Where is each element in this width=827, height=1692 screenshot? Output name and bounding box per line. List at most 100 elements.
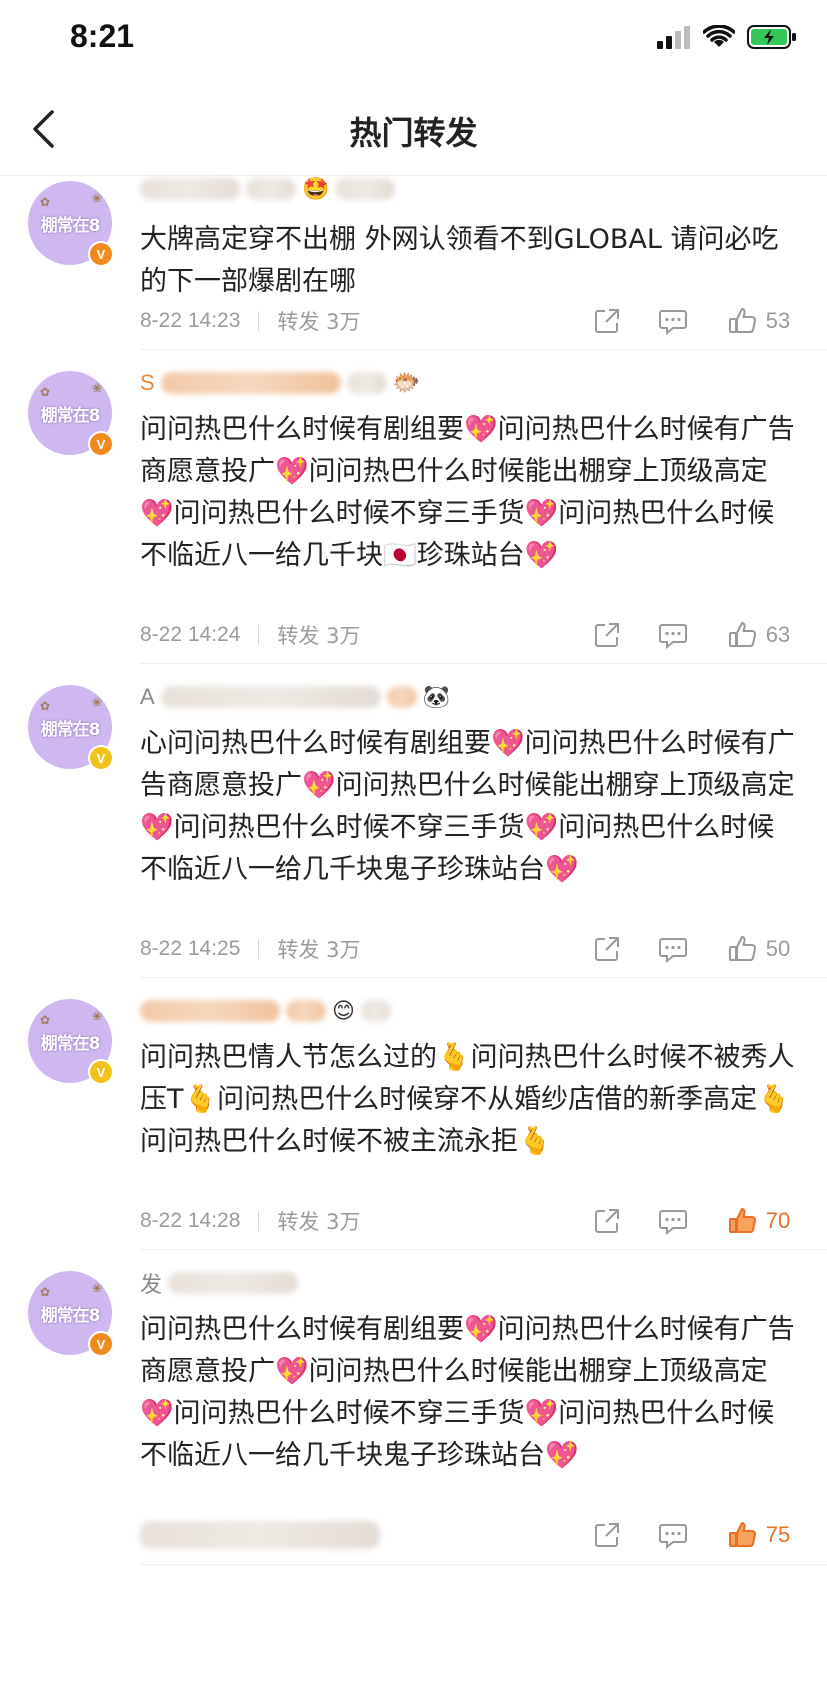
blurred-name xyxy=(386,686,417,708)
nav-bar: 热门转发 xyxy=(0,86,827,176)
username[interactable]: 🤩 xyxy=(140,173,396,205)
divider xyxy=(140,1249,827,1250)
timestamp: 8-22 14:23 xyxy=(140,309,241,332)
avatar-text: 棚常在8 xyxy=(40,1033,101,1054)
list-item: ✿ ❀ 棚常在8 V 🤩 大牌高定穿不出棚 外网认领看不到GLOBAL 请问必吃… xyxy=(0,177,827,350)
like-button[interactable]: 50 xyxy=(719,934,799,964)
action-bar: 53 xyxy=(587,306,799,336)
avatar-text: 棚常在8 xyxy=(40,215,101,236)
username[interactable]: 😊 xyxy=(140,995,391,1027)
repost-text: 问问热巴什么时候有剧组要💖问问热巴什么时候有广告商愿意投广💖问问热巴什么时候能出… xyxy=(140,1314,795,1471)
meta-row: 8-22 14:24 转发 3万 63 xyxy=(140,619,799,651)
repost-text: 心问问热巴什么时候有剧组要💖问问热巴什么时候有广告商愿意投广💖问问热巴什么时候能… xyxy=(140,728,795,885)
flower-icon: ✿ xyxy=(40,195,51,209)
action-bar: 70 xyxy=(587,1206,799,1236)
thumbs-up-icon xyxy=(728,1522,756,1547)
avatar[interactable]: ✿ ❀ 棚常在8 V xyxy=(28,371,114,457)
flower-icon: ✿ xyxy=(40,699,51,713)
repost-text: 问问热巴情人节怎么过的🫰问问热巴什么时候不被秀人压T🫰问问热巴什么时候穿不从婚纱… xyxy=(140,1042,795,1157)
timestamp: 8-22 14:24 xyxy=(140,623,241,646)
divider xyxy=(258,311,260,331)
username[interactable]: A 🐼 xyxy=(140,681,450,713)
username[interactable]: S 🐡 xyxy=(140,367,420,399)
thumbs-up-icon xyxy=(728,308,756,333)
divider xyxy=(140,977,827,978)
timestamp: 8-22 14:25 xyxy=(140,937,241,960)
share-icon[interactable] xyxy=(587,621,627,649)
repost-count: 转发 3万 xyxy=(277,310,361,334)
share-icon[interactable] xyxy=(587,307,627,335)
divider xyxy=(258,1211,260,1231)
like-count: 63 xyxy=(765,622,791,647)
divider xyxy=(258,625,260,645)
blurred-name xyxy=(335,178,396,200)
blurred-meta xyxy=(140,1521,380,1549)
like-button[interactable]: 53 xyxy=(719,306,799,336)
like-count: 75 xyxy=(765,1522,791,1547)
username-initial: 发 xyxy=(140,1272,163,1297)
blurred-name xyxy=(346,372,387,394)
meta-row: 8-22 14:23 转发 3万 53 xyxy=(140,305,799,337)
thumbs-up-icon xyxy=(728,1208,756,1233)
flower-icon: ✿ xyxy=(40,1285,51,1299)
verified-badge-icon: V xyxy=(88,1331,114,1357)
battery-icon xyxy=(747,24,797,54)
share-icon[interactable] xyxy=(587,1207,627,1235)
verified-badge-icon: V xyxy=(88,241,114,267)
avatar-text: 棚常在8 xyxy=(40,719,101,740)
verified-badge-icon: V xyxy=(88,1059,114,1085)
avatar[interactable]: ✿ ❀ 棚常在8 V xyxy=(28,685,114,771)
comment-icon[interactable] xyxy=(653,621,693,649)
list-item: ✿ ❀ 棚常在8 V 😊 问问热巴情人节怎么过的🫰问问热巴什么时候不被秀人压T🫰… xyxy=(0,979,827,1250)
status-bar: 8:21 xyxy=(0,0,827,80)
share-icon[interactable] xyxy=(587,1521,627,1549)
avatar[interactable]: ✿ ❀ 棚常在8 V xyxy=(28,999,114,1085)
repost-count: 转发 3万 xyxy=(277,624,361,648)
blurred-name xyxy=(246,178,296,200)
blurred-name xyxy=(140,1000,280,1022)
blurred-name xyxy=(160,372,341,394)
action-bar: 75 xyxy=(587,1520,799,1550)
repost-count: 转发 3万 xyxy=(277,938,361,962)
like-count: 70 xyxy=(765,1208,791,1233)
username[interactable]: 发 xyxy=(140,1267,299,1299)
divider xyxy=(140,349,827,350)
page-title: 热门转发 xyxy=(349,114,478,152)
avatar[interactable]: ✿ ❀ 棚常在8 V xyxy=(28,181,114,267)
action-bar: 63 xyxy=(587,620,799,650)
flower-icon: ❀ xyxy=(91,695,102,709)
flower-icon: ❀ xyxy=(91,1009,102,1023)
emoji-icon: 🤩 xyxy=(302,176,330,202)
divider xyxy=(140,663,827,664)
blurred-name xyxy=(360,1000,391,1022)
blurred-name xyxy=(140,178,240,200)
thumbs-up-icon xyxy=(728,936,756,961)
flower-icon: ❀ xyxy=(91,1281,102,1295)
flower-icon: ❀ xyxy=(91,191,102,205)
like-button[interactable]: 70 xyxy=(719,1206,799,1236)
verified-badge-icon: V xyxy=(88,745,114,771)
comment-icon[interactable] xyxy=(653,935,693,963)
timestamp: 8-22 14:28 xyxy=(140,1209,241,1232)
like-button[interactable]: 63 xyxy=(719,620,799,650)
comment-icon[interactable] xyxy=(653,307,693,335)
emoji-icon: 🐡 xyxy=(392,370,421,396)
meta-row: 75 xyxy=(140,1519,799,1551)
emoji-icon: 🐼 xyxy=(422,684,451,710)
avatar-text: 棚常在8 xyxy=(40,405,101,426)
avatar[interactable]: ✿ ❀ 棚常在8 V xyxy=(28,1271,114,1357)
share-icon[interactable] xyxy=(587,935,627,963)
wifi-icon xyxy=(702,24,736,53)
meta-row: 8-22 14:25 转发 3万 50 xyxy=(140,933,799,965)
divider xyxy=(140,1564,827,1565)
verified-badge-icon: V xyxy=(88,431,114,457)
comment-icon[interactable] xyxy=(653,1207,693,1235)
avatar-text: 棚常在8 xyxy=(40,1305,101,1326)
blurred-name xyxy=(286,1000,326,1022)
flower-icon: ✿ xyxy=(40,1013,51,1027)
flower-icon: ❀ xyxy=(91,381,102,395)
like-button[interactable]: 75 xyxy=(719,1520,799,1550)
username-initial: A xyxy=(140,684,155,709)
comment-icon[interactable] xyxy=(653,1521,693,1549)
repost-count: 转发 3万 xyxy=(277,1210,361,1234)
